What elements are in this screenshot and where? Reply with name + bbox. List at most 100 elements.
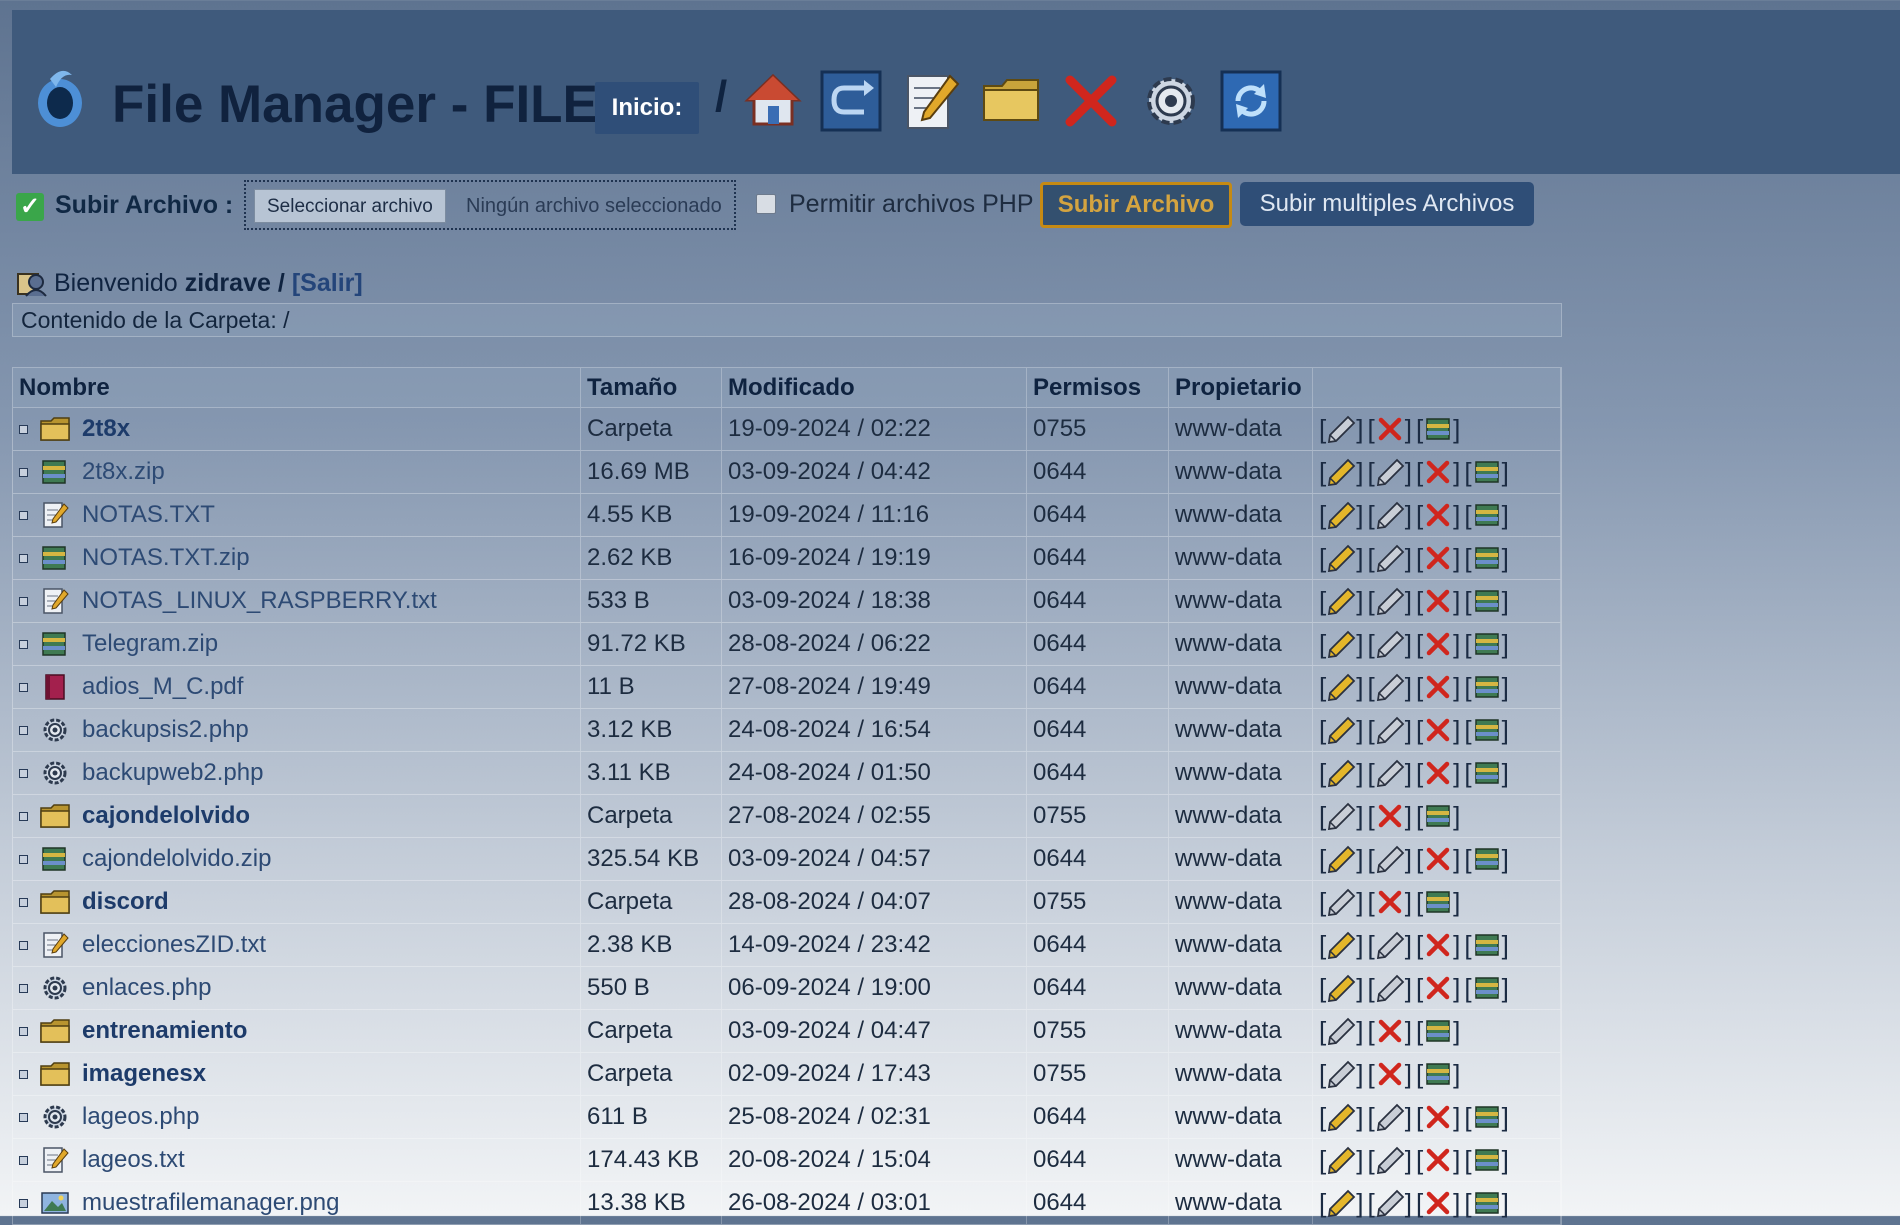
compress-icon[interactable]: [] <box>1464 457 1508 488</box>
delete-icon[interactable]: [] <box>1416 758 1460 789</box>
col-permissions[interactable]: Permisos <box>1027 368 1169 407</box>
delete-icon[interactable]: [] <box>1367 887 1411 918</box>
row-checkbox[interactable] <box>19 639 28 649</box>
delete-icon[interactable]: [] <box>1416 586 1460 617</box>
delete-icon[interactable]: [] <box>1416 1188 1460 1219</box>
file-name-link[interactable]: adios_M_C.pdf <box>82 673 243 701</box>
row-checkbox[interactable] <box>19 725 28 735</box>
file-name-link[interactable]: imagenesx <box>82 1060 206 1088</box>
compress-icon[interactable]: [] <box>1464 930 1508 961</box>
delete-icon[interactable]: [] <box>1416 973 1460 1004</box>
inicio-button[interactable]: Inicio: <box>595 82 699 134</box>
back-icon[interactable] <box>820 70 882 132</box>
rename-icon[interactable]: [] <box>1367 715 1411 746</box>
allow-php-checkbox[interactable] <box>756 194 776 214</box>
table-row[interactable]: enlaces.php 550 B 06-09-2024 / 19:00 0644 ww… <box>12 967 1562 1010</box>
settings-icon[interactable] <box>1140 70 1202 132</box>
edit-icon[interactable]: [] <box>1319 758 1363 789</box>
home-icon[interactable] <box>742 70 804 132</box>
edit-icon[interactable]: [] <box>1319 1145 1363 1176</box>
edit-icon[interactable]: [] <box>1319 543 1363 574</box>
col-name[interactable]: Nombre <box>13 368 581 407</box>
delete-icon[interactable]: [] <box>1416 844 1460 875</box>
table-row[interactable]: adios_M_C.pdf 11 B 27-08-2024 / 19:49 0644 w… <box>12 666 1562 709</box>
delete-icon[interactable]: [] <box>1367 414 1411 445</box>
row-checkbox[interactable] <box>19 596 28 606</box>
row-checkbox[interactable] <box>19 553 28 563</box>
compress-icon[interactable]: [] <box>1464 758 1508 789</box>
edit-icon[interactable]: [] <box>1319 586 1363 617</box>
upload-checkbox[interactable]: ✓ <box>16 193 44 221</box>
file-name-link[interactable]: entrenamiento <box>82 1017 247 1045</box>
file-name-link[interactable]: muestrafilemanager.png <box>82 1189 339 1217</box>
edit-icon[interactable]: [] <box>1319 715 1363 746</box>
rename-icon[interactable]: [] <box>1319 1016 1363 1047</box>
delete-icon[interactable]: [] <box>1416 629 1460 660</box>
row-checkbox[interactable] <box>19 983 28 993</box>
rename-icon[interactable]: [] <box>1367 1145 1411 1176</box>
compress-icon[interactable]: [] <box>1464 500 1508 531</box>
file-name-link[interactable]: discord <box>82 888 169 916</box>
upload-button[interactable]: Subir Archivo <box>1040 182 1232 228</box>
table-row[interactable]: NOTAS.TXT 4.55 KB 19-09-2024 / 11:16 0644 ww… <box>12 494 1562 537</box>
row-checkbox[interactable] <box>19 1026 28 1036</box>
compress-icon[interactable]: [] <box>1416 1059 1460 1090</box>
rename-icon[interactable]: [] <box>1367 973 1411 1004</box>
delete-icon[interactable]: [] <box>1416 1145 1460 1176</box>
edit-icon[interactable]: [] <box>1319 1102 1363 1133</box>
row-checkbox[interactable] <box>19 467 28 477</box>
row-checkbox[interactable] <box>19 1069 28 1079</box>
compress-icon[interactable]: [] <box>1464 1102 1508 1133</box>
file-name-link[interactable]: enlaces.php <box>82 974 211 1002</box>
row-checkbox[interactable] <box>19 682 28 692</box>
col-owner[interactable]: Propietario <box>1169 368 1313 407</box>
edit-icon[interactable]: [] <box>1319 844 1363 875</box>
col-size[interactable]: Tamaño <box>581 368 722 407</box>
table-row[interactable]: cajondelolvido Carpeta 27-08-2024 / 02:55 0… <box>12 795 1562 838</box>
table-row[interactable]: muestrafilemanager.png 13.38 KB 26-08-2024… <box>12 1182 1562 1225</box>
table-row[interactable]: NOTAS_LINUX_RASPBERRY.txt 533 B 03-09-2024… <box>12 580 1562 623</box>
edit-icon[interactable]: [] <box>1319 973 1363 1004</box>
compress-icon[interactable]: [] <box>1464 1145 1508 1176</box>
file-name-link[interactable]: NOTAS.TXT.zip <box>82 544 250 572</box>
rename-icon[interactable]: [] <box>1367 1188 1411 1219</box>
rename-icon[interactable]: [] <box>1367 930 1411 961</box>
file-name-link[interactable]: cajondelolvido <box>82 802 250 830</box>
delete-icon[interactable]: [] <box>1416 930 1460 961</box>
rename-icon[interactable]: [] <box>1367 672 1411 703</box>
row-checkbox[interactable] <box>19 854 28 864</box>
row-checkbox[interactable] <box>19 1112 28 1122</box>
rename-icon[interactable]: [] <box>1367 758 1411 789</box>
delete-icon[interactable]: [] <box>1416 1102 1460 1133</box>
table-row[interactable]: 2t8x.zip 16.69 MB 03-09-2024 / 04:42 0644 ww… <box>12 451 1562 494</box>
table-row[interactable]: lageos.txt 174.43 KB 20-08-2024 / 15:04 064… <box>12 1139 1562 1182</box>
col-modified[interactable]: Modificado <box>722 368 1027 407</box>
compress-icon[interactable]: [] <box>1464 586 1508 617</box>
file-name-link[interactable]: backupsis2.php <box>82 716 249 744</box>
compress-icon[interactable]: [] <box>1464 844 1508 875</box>
compress-icon[interactable]: [] <box>1416 887 1460 918</box>
edit-icon[interactable]: [] <box>1319 930 1363 961</box>
row-checkbox[interactable] <box>19 811 28 821</box>
table-row[interactable]: backupsis2.php 3.12 KB 24-08-2024 / 16:54 0… <box>12 709 1562 752</box>
choose-file-button[interactable]: Seleccionar archivo <box>254 189 446 223</box>
table-row[interactable]: entrenamiento Carpeta 03-09-2024 / 04:47 07… <box>12 1010 1562 1053</box>
file-name-link[interactable]: lageos.txt <box>82 1146 185 1174</box>
row-checkbox[interactable] <box>19 1155 28 1165</box>
rename-icon[interactable]: [] <box>1319 414 1363 445</box>
row-checkbox[interactable] <box>19 897 28 907</box>
table-row[interactable]: eleccionesZID.txt 2.38 KB 14-09-2024 / 23:… <box>12 924 1562 967</box>
edit-icon[interactable]: [] <box>1319 500 1363 531</box>
file-name-link[interactable]: eleccionesZID.txt <box>82 931 266 959</box>
compress-icon[interactable]: [] <box>1416 801 1460 832</box>
file-name-link[interactable]: 2t8x.zip <box>82 458 165 486</box>
rename-icon[interactable]: [] <box>1319 887 1363 918</box>
file-name-link[interactable]: lageos.php <box>82 1103 199 1131</box>
table-row[interactable]: imagenesx Carpeta 02-09-2024 / 17:43 0755 ww… <box>12 1053 1562 1096</box>
rename-icon[interactable]: [] <box>1367 844 1411 875</box>
multi-upload-button[interactable]: Subir multiples Archivos <box>1240 182 1534 226</box>
path-root[interactable]: / <box>715 72 727 122</box>
compress-icon[interactable]: [] <box>1464 1188 1508 1219</box>
delete-icon[interactable]: [] <box>1367 1016 1411 1047</box>
delete-icon[interactable] <box>1060 70 1122 132</box>
